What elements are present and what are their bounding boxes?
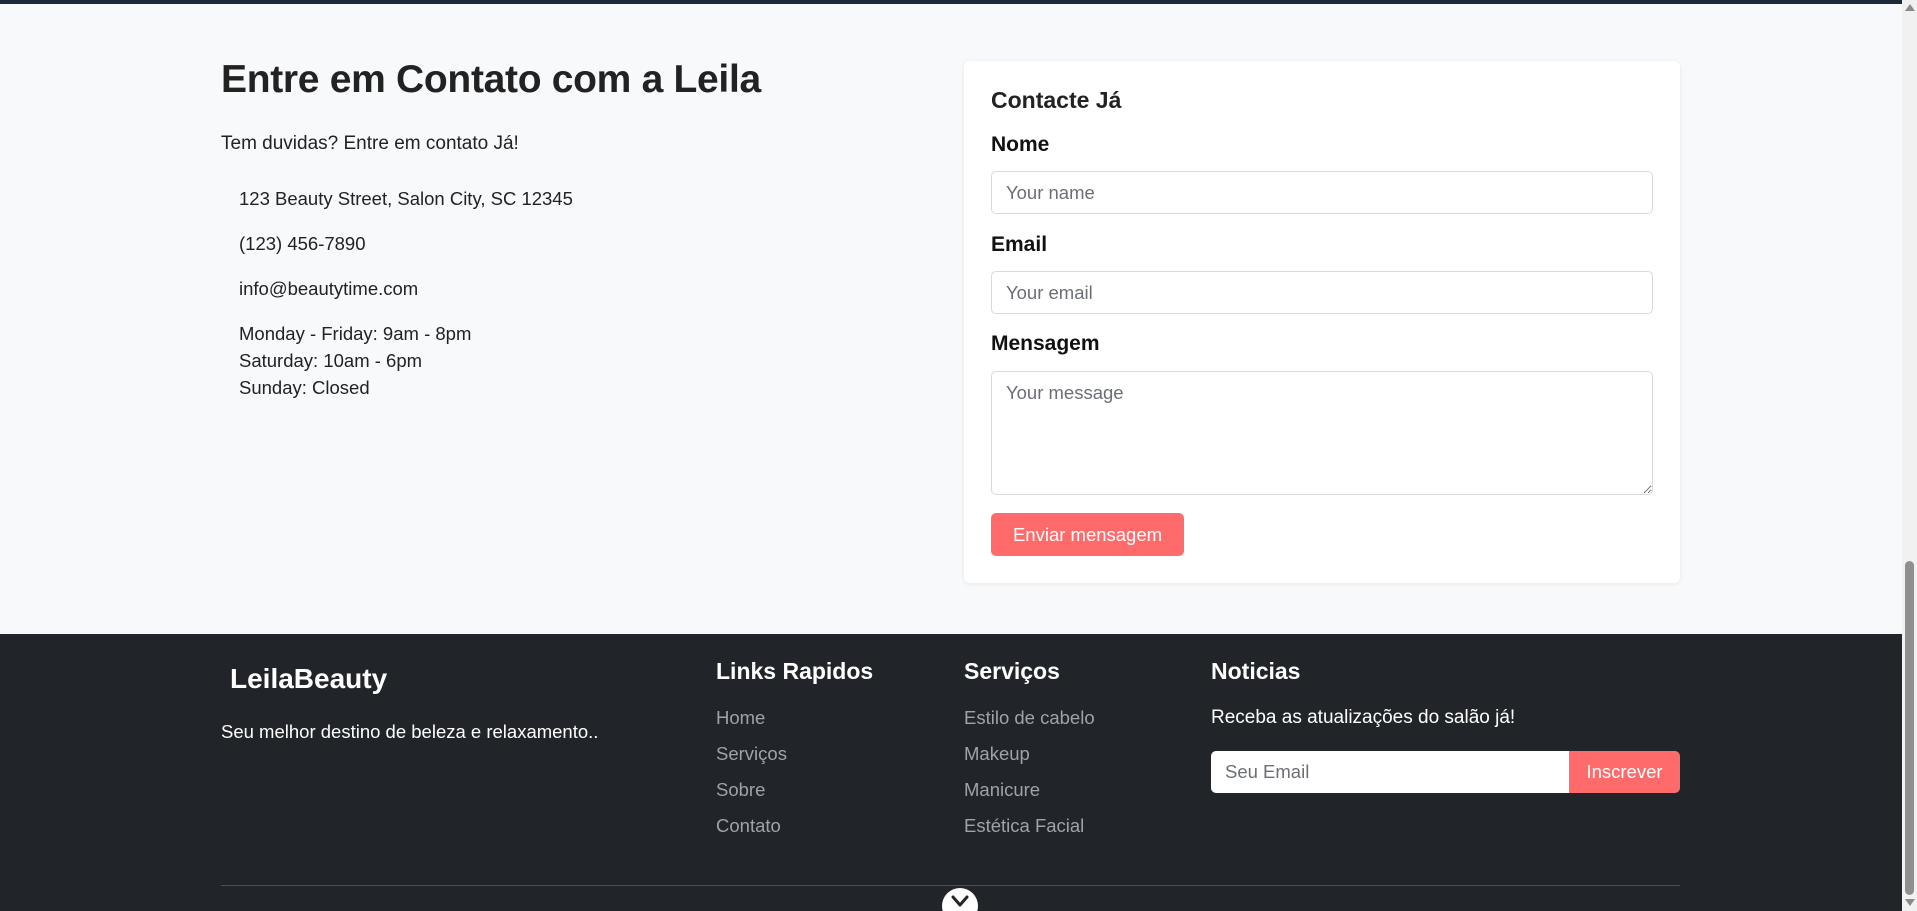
- scroll-top-button[interactable]: [942, 888, 978, 911]
- footer-service-manicure[interactable]: Manicure: [964, 779, 1040, 801]
- hours-saturday: Saturday: 10am - 6pm: [239, 350, 423, 371]
- newsletter-title: Noticias: [1211, 658, 1301, 684]
- services-title: Serviços: [964, 658, 1060, 684]
- contact-form-card: Contacte Já Nome Email Mensagem Enviar m…: [964, 61, 1680, 583]
- footer-link-servicos[interactable]: Serviços: [716, 743, 787, 765]
- footer-divider: [221, 885, 1680, 886]
- newsletter-email-input[interactable]: [1211, 751, 1569, 793]
- subscribe-button[interactable]: Inscrever: [1569, 751, 1680, 793]
- address-text: 123 Beauty Street, Salon City, SC 12345: [239, 188, 573, 209]
- footer: LeilaBeauty Seu melhor destino de beleza…: [0, 634, 1902, 911]
- hours-weekdays: Monday - Friday: 9am - 8pm: [239, 323, 472, 344]
- scroll-down-arrow-icon[interactable]: [1905, 899, 1915, 906]
- scrollbar-thumb[interactable]: [1905, 561, 1914, 895]
- quick-links-title: Links Rapidos: [716, 658, 874, 684]
- footer-service-facial[interactable]: Estética Facial: [964, 815, 1084, 837]
- send-message-button[interactable]: Enviar mensagem: [991, 513, 1184, 556]
- contact-subtitle: Tem duvidas? Entre em contato Já!: [221, 133, 519, 154]
- footer-tagline: Seu melhor destino de beleza e relaxamen…: [221, 721, 599, 742]
- footer-link-sobre[interactable]: Sobre: [716, 779, 765, 801]
- footer-service-hair[interactable]: Estilo de cabelo: [964, 707, 1095, 729]
- footer-service-makeup[interactable]: Makeup: [964, 743, 1030, 765]
- contact-title: Entre em Contato com a Leila: [221, 58, 761, 101]
- email-label: Email: [991, 233, 1048, 256]
- form-title: Contacte Já: [991, 87, 1122, 113]
- footer-brand: LeilaBeauty: [230, 663, 388, 694]
- footer-link-contato[interactable]: Contato: [716, 815, 781, 837]
- chevron-up-icon: [951, 895, 969, 911]
- name-input[interactable]: [991, 171, 1653, 214]
- email-text: info@beautytime.com: [239, 278, 419, 299]
- opening-hours: Monday - Friday: 9am - 8pm Saturday: 10a…: [239, 320, 471, 401]
- message-label: Mensagem: [991, 332, 1100, 355]
- newsletter-text: Receba as atualizações do salão já!: [1211, 707, 1516, 728]
- name-label: Nome: [991, 133, 1050, 156]
- vertical-scrollbar[interactable]: [1902, 0, 1917, 911]
- message-textarea[interactable]: [991, 371, 1653, 495]
- phone-text: (123) 456-7890: [239, 233, 366, 254]
- contact-section: Entre em Contato com a Leila Tem duvidas…: [0, 4, 1902, 634]
- email-input[interactable]: [991, 271, 1653, 314]
- hours-sunday: Sunday: Closed: [239, 377, 370, 398]
- footer-link-home[interactable]: Home: [716, 707, 765, 729]
- scroll-up-arrow-icon[interactable]: [1905, 4, 1915, 11]
